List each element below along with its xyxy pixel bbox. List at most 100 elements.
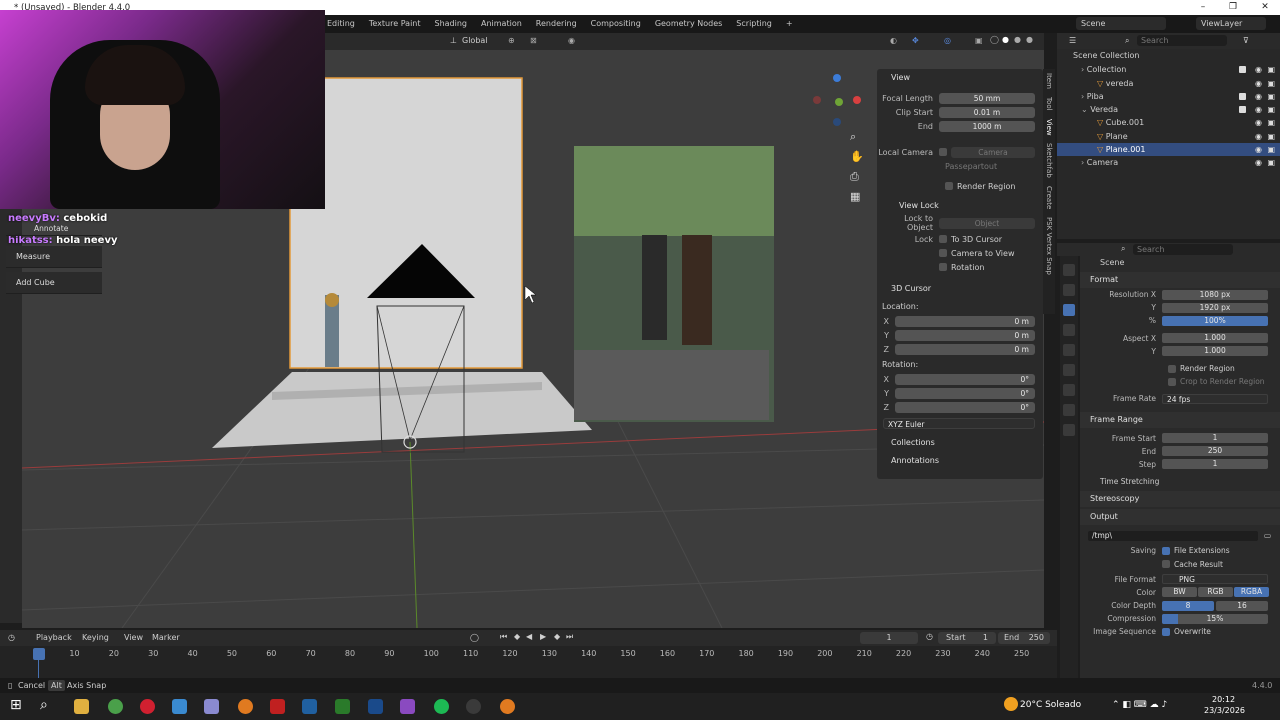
cursor-rot-y-field[interactable]: 0° — [895, 387, 1035, 399]
eye-icon[interactable]: ◉ — [1255, 103, 1262, 116]
minimize-button[interactable]: – — [1188, 0, 1218, 15]
add-workspace-button[interactable]: + — [779, 15, 800, 33]
maximize-button[interactable]: ❐ — [1218, 0, 1248, 15]
camera-icon[interactable]: ▣ — [1267, 116, 1275, 129]
outliner-row[interactable]: ▽ vereda ◉ ▣ — [1057, 77, 1280, 90]
resolution-x-field[interactable]: 1080 px — [1162, 289, 1268, 300]
blender-taskbar-icon[interactable] — [238, 699, 253, 714]
tab-tool[interactable]: Tool — [1045, 97, 1053, 111]
eye-icon[interactable]: ◉ — [1255, 130, 1262, 143]
start-icon[interactable]: ⊞ — [10, 697, 22, 713]
tool-tab-icon[interactable] — [1063, 264, 1075, 276]
file-extensions-checkbox[interactable] — [1162, 546, 1170, 555]
end-frame-field[interactable]: End 250 — [998, 632, 1050, 644]
xray-icon[interactable]: ▣ — [975, 36, 983, 45]
aspect-y-field[interactable]: 1.000 — [1162, 346, 1268, 357]
panel-view-lock-title[interactable]: View Lock — [877, 199, 1043, 213]
play-reverse-icon[interactable]: ◀ — [526, 632, 532, 641]
frame-step-field[interactable]: 1 — [1162, 459, 1268, 470]
transform-orientation-dropdown[interactable]: Global — [462, 36, 488, 45]
pivot-icon[interactable]: ⊕ — [508, 36, 515, 45]
aspect-x-field[interactable]: 1.000 — [1162, 333, 1268, 344]
tab-scripting[interactable]: Scripting — [729, 15, 779, 33]
grid-view-icon[interactable]: ▦ — [850, 190, 860, 203]
search-icon[interactable]: ⌕ — [40, 697, 48, 713]
camera-icon[interactable]: ▣ — [1267, 130, 1275, 143]
output-tab-icon[interactable] — [1063, 304, 1075, 316]
annotate-tool[interactable]: Annotate — [6, 222, 102, 236]
tab-animation[interactable]: Animation — [474, 15, 529, 33]
panel-3d-cursor-title[interactable]: 3D Cursor — [877, 282, 1043, 296]
clip-start-field[interactable]: 0.01 m — [939, 106, 1035, 118]
tab-shading[interactable]: Shading — [428, 15, 475, 33]
tab-psk-vertex-snap[interactable]: PSK Vertex Snap — [1045, 217, 1053, 275]
pan-hand-icon[interactable]: ✋ — [850, 150, 864, 163]
file-format-dropdown[interactable]: PNG — [1162, 574, 1268, 585]
crop-region-checkbox[interactable] — [1168, 377, 1176, 386]
output-path-field[interactable]: /tmp\ — [1088, 530, 1258, 541]
filter-icon[interactable]: ⊽ — [1243, 36, 1249, 45]
add-cube-tool[interactable]: Add Cube — [6, 272, 102, 294]
cache-result-checkbox[interactable] — [1162, 560, 1170, 569]
clip-end-field[interactable]: 1000 m — [939, 120, 1035, 132]
pycharm-icon[interactable] — [335, 699, 350, 714]
play-icon[interactable]: ▶ — [540, 632, 546, 641]
tab-view[interactable]: View — [1045, 119, 1053, 136]
format-section-title[interactable]: Format — [1080, 272, 1280, 288]
compression-slider[interactable]: 15% — [1162, 613, 1268, 624]
material-tab-icon[interactable] — [1063, 424, 1075, 436]
panel-annotations-title[interactable]: Annotations — [877, 454, 1043, 468]
rotation-lock-checkbox[interactable] — [939, 263, 947, 271]
rotation-mode-dropdown[interactable]: XYZ Euler — [883, 417, 1035, 429]
record-icon[interactable]: ◯ — [470, 633, 479, 642]
depth-8-button[interactable]: 8 — [1162, 600, 1214, 611]
frame-rate-dropdown[interactable]: 24 fps — [1162, 393, 1268, 404]
eye-icon[interactable]: ◉ — [1255, 156, 1262, 169]
cursor-rot-x-field[interactable]: 0° — [895, 373, 1035, 385]
resolution-percent-field[interactable]: 100% — [1162, 315, 1268, 326]
gizmo-z-axis[interactable] — [833, 74, 841, 82]
scene-selector[interactable]: Scene — [1076, 17, 1166, 30]
view-menu[interactable]: View — [124, 633, 143, 642]
panel-view-title[interactable]: View — [877, 71, 1043, 85]
stereoscopy-section-title[interactable]: Stereoscopy — [1080, 491, 1280, 508]
outliner-row[interactable]: ▽ Cube.001 ◉ ▣ — [1057, 116, 1280, 129]
jump-start-icon[interactable]: ⏮ — [500, 632, 507, 642]
camera-view-icon[interactable]: ⎙ — [850, 170, 859, 184]
color-bw-button[interactable]: BW — [1162, 587, 1197, 598]
world-tab-icon[interactable] — [1063, 364, 1075, 376]
gizmo-x-axis[interactable] — [853, 96, 861, 104]
tab-compositing[interactable]: Compositing — [584, 15, 648, 33]
zoom-icon[interactable]: ⌕ — [850, 130, 856, 144]
overwrite-checkbox[interactable] — [1162, 627, 1170, 636]
outliner-row[interactable]: › Collection ◉ ▣ — [1057, 63, 1280, 76]
edge-icon[interactable] — [172, 699, 187, 714]
frame-end-field[interactable]: 250 — [1162, 446, 1268, 457]
eye-icon[interactable]: ◉ — [1255, 77, 1262, 90]
clock-time[interactable]: 20:12 — [1212, 695, 1235, 704]
tab-editing[interactable]: Editing — [320, 15, 362, 33]
app-icon[interactable] — [270, 699, 285, 714]
color-rgb-button[interactable]: RGB — [1198, 587, 1233, 598]
measure-tool[interactable]: Measure — [6, 246, 102, 268]
next-keyframe-icon[interactable]: ◆ — [554, 632, 560, 641]
cursor-loc-x-field[interactable]: 0 m — [895, 315, 1035, 327]
tray-icons[interactable]: ⌃ ◧ ⌨ ☁ ♪ — [1112, 700, 1167, 710]
render-region-checkbox[interactable] — [1168, 364, 1176, 373]
render-region-checkbox[interactable] — [945, 182, 953, 190]
properties-search-input[interactable]: Search — [1133, 244, 1233, 255]
depth-16-button[interactable]: 16 — [1216, 600, 1268, 611]
outliner-row[interactable]: Scene Collection — [1057, 49, 1280, 62]
marker-menu[interactable]: Marker — [152, 633, 180, 642]
snap-icon[interactable]: ⊠ — [530, 36, 537, 45]
current-frame-field[interactable]: 1 — [860, 632, 918, 644]
time-stretching-subpanel[interactable]: Time Stretching — [1080, 475, 1280, 489]
close-button[interactable]: ✕ — [1250, 0, 1280, 15]
camera-icon[interactable]: ▣ — [1267, 63, 1275, 76]
output-section-title[interactable]: Output — [1080, 509, 1280, 526]
outliner-row-selected[interactable]: ▽ Plane.001 ◉ ▣ — [1057, 143, 1280, 157]
cursor-rot-z-field[interactable]: 0° — [895, 401, 1035, 413]
camera-icon[interactable]: ▣ — [1267, 90, 1275, 103]
view-layer-tab-icon[interactable] — [1063, 324, 1075, 336]
start-frame-field[interactable]: Start 1 — [938, 632, 996, 644]
